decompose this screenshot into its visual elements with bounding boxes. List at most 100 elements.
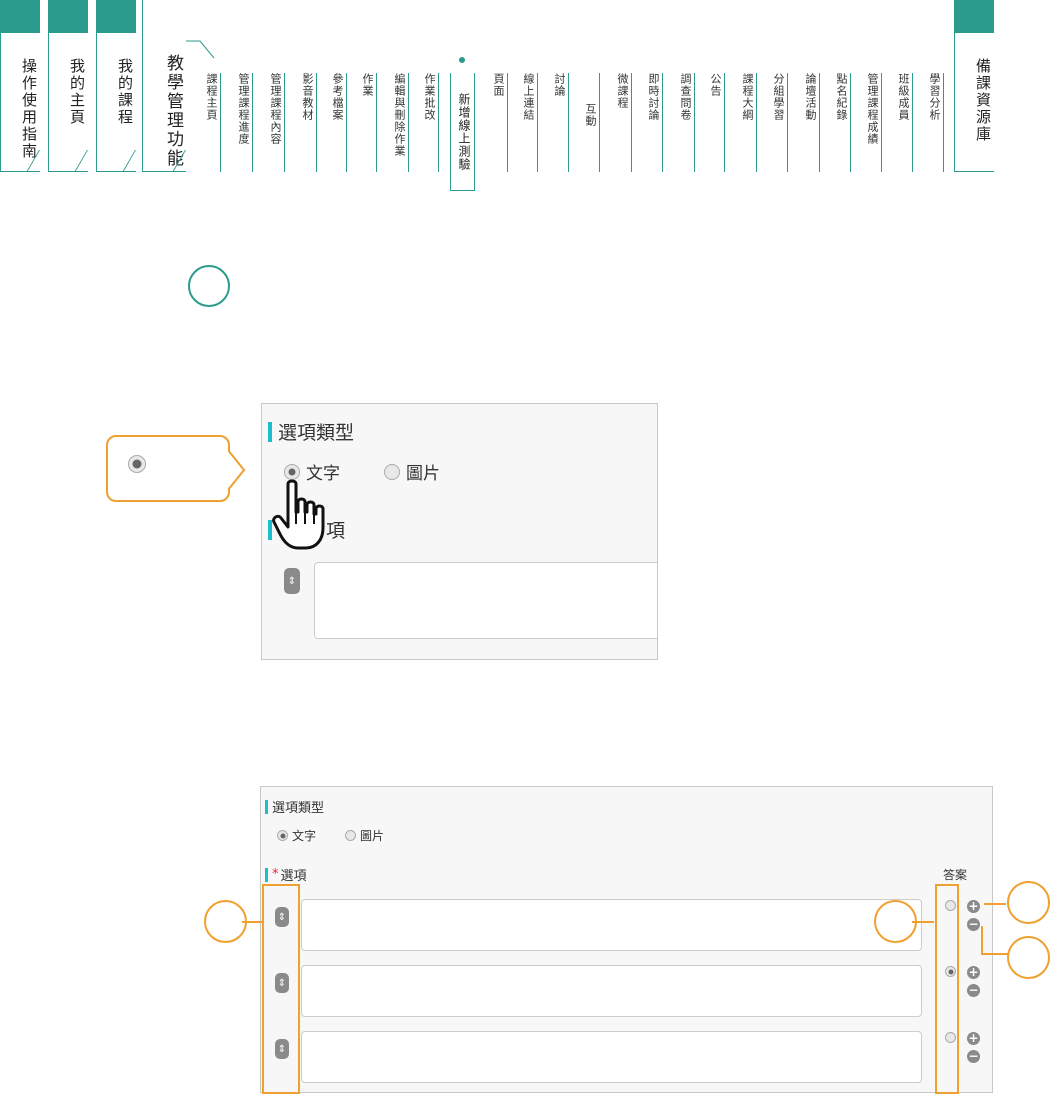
minus-circle-icon[interactable]: − <box>967 918 980 931</box>
detail-options-heading: * 選項 <box>265 865 307 884</box>
sub-menu-item-label: 作業 <box>361 73 374 97</box>
sub-menu-item-label: 管理課程進度 <box>237 73 250 145</box>
sub-menu-item-label: 頁面 <box>492 73 505 97</box>
sub-menu-item[interactable]: 即時討論 <box>643 73 663 172</box>
main-tab-home[interactable]: 我的主頁 <box>48 0 88 172</box>
sub-menu-item[interactable]: 微課程 <box>612 73 632 172</box>
section-accent-bar <box>268 421 272 442</box>
detail-option-text-radio[interactable] <box>277 830 288 841</box>
handle-column-highlight <box>262 884 300 1094</box>
sub-menu-item-label: 影音教材 <box>301 73 314 121</box>
sub-menu-item-label: 學習分析 <box>928 73 941 121</box>
detail-option-text-label: 文字 <box>292 829 317 843</box>
zoom-option-image-radio[interactable] <box>384 463 400 480</box>
minus-circle-icon[interactable]: − <box>967 984 980 997</box>
detail-section-heading: 選項類型 <box>265 797 324 816</box>
sub-menu-item-label: 互動 <box>584 103 597 127</box>
sub-menu-item-label: 管理課程內容 <box>269 73 282 145</box>
sub-menu-item[interactable]: 課程主頁 <box>201 73 221 172</box>
sub-menu-connector <box>186 40 215 59</box>
sub-menu-item-label: 課程主頁 <box>205 73 218 121</box>
callout-pointer <box>228 449 246 491</box>
active-item-dot <box>459 57 465 63</box>
detail-option-image-radio[interactable] <box>345 830 356 841</box>
plus-circle-icon[interactable]: + <box>967 900 980 913</box>
sub-menu-item-label: 討論 <box>553 73 566 97</box>
callout-line-handle <box>242 921 262 923</box>
sub-menu-item[interactable]: 課程大綱 <box>737 73 757 172</box>
sub-menu-item[interactable]: 作業批改 <box>419 73 439 172</box>
answer-column-highlight <box>935 884 959 1094</box>
sub-menu-item[interactable]: 互動 <box>580 73 600 172</box>
main-tab-courses[interactable]: 我的課程 <box>96 0 136 172</box>
step-circle-indicator <box>188 265 230 307</box>
sub-menu-item-label: 編輯與刪除作業 <box>393 73 406 157</box>
detail-option-image-label: 圖片 <box>360 829 385 843</box>
main-tab-home-label: 我的主頁 <box>68 58 86 126</box>
sub-menu-item-label: 分組學習 <box>772 73 785 121</box>
main-tab-resources-label: 備課資源庫 <box>974 58 992 143</box>
sub-menu-item[interactable]: 公告 <box>705 73 725 172</box>
zoom-section-title: 選項類型 <box>278 422 355 444</box>
plus-circle-icon[interactable]: + <box>967 1032 980 1045</box>
sub-menu-item[interactable]: 調查問卷 <box>675 73 695 172</box>
sub-menu-item[interactable]: 論壇活動 <box>800 73 820 172</box>
detail-option-image[interactable]: 圖片 <box>345 827 384 844</box>
sub-menu-item[interactable]: 作業 <box>357 73 377 172</box>
sub-menu-item[interactable]: 管理課程內容 <box>265 73 285 172</box>
sub-menu-item[interactable]: 參考檔案 <box>327 73 347 172</box>
detail-accent-bar-2 <box>265 867 268 882</box>
answer-header: 答案 <box>943 868 968 882</box>
main-tab-guide-label: 操作使用指南 <box>20 58 38 160</box>
main-tab-teaching-label: 教學管理功能 <box>163 54 183 168</box>
sub-menu-item[interactable]: 線上連結 <box>518 73 538 172</box>
callout-line-remove <box>981 926 1008 955</box>
sub-menu-item[interactable]: 頁面 <box>488 73 508 172</box>
detail-option-text[interactable]: 文字 <box>277 827 316 844</box>
sub-menu-item-label: 課程大綱 <box>741 73 754 121</box>
sub-menu-item[interactable]: 討論 <box>549 73 569 172</box>
zoom-option-textbox[interactable] <box>314 562 657 639</box>
callout-radio-icon <box>128 455 146 473</box>
option-textbox[interactable] <box>301 899 922 951</box>
sub-menu-item[interactable]: 編輯與刪除作業 <box>389 73 409 172</box>
option-textbox[interactable] <box>301 965 922 1017</box>
zoom-section-heading: 選項類型 <box>268 418 354 445</box>
main-tab-guide[interactable]: 操作使用指南 <box>0 0 40 172</box>
main-tab-resources[interactable]: 備課資源庫 <box>954 0 994 172</box>
sub-menu-item-label: 即時討論 <box>647 73 660 121</box>
hand-pointer-icon <box>272 479 325 550</box>
sub-menu-item-label: 線上連結 <box>522 73 535 121</box>
sub-menu-item[interactable]: 分組學習 <box>768 73 788 172</box>
sub-menu-item[interactable]: 管理課程成績 <box>862 73 882 172</box>
sub-menu-item-label: 論壇活動 <box>804 73 817 121</box>
callout-circle-add <box>1007 881 1050 924</box>
sub-menu-item-label: 微課程 <box>616 73 629 109</box>
sub-menu-item-label: 參考檔案 <box>331 73 344 121</box>
sub-menu-item-label: 點名紀錄 <box>835 73 848 121</box>
sub-menu-item-label: 調查問卷 <box>679 73 692 121</box>
callout-circle-remove <box>1007 936 1050 979</box>
zoom-option-image-label: 圖片 <box>406 464 440 484</box>
main-tab-courses-label: 我的課程 <box>116 58 134 126</box>
sub-menu-item[interactable]: 管理課程進度 <box>233 73 253 172</box>
detail-section-title: 選項類型 <box>272 801 325 816</box>
callout-line-answer <box>912 921 934 923</box>
zoom-drag-handle[interactable]: ⇕ <box>284 568 300 594</box>
required-mark: * <box>272 867 279 882</box>
minus-circle-icon[interactable]: − <box>967 1050 980 1063</box>
plus-circle-icon[interactable]: + <box>967 966 980 979</box>
sub-menu-item-label: 作業批改 <box>423 73 436 121</box>
sub-menu-item[interactable]: 影音教材 <box>297 73 317 172</box>
sub-menu-item[interactable]: 新增線上測驗 <box>450 73 475 191</box>
main-tab-teaching[interactable]: 教學管理功能 <box>142 0 186 172</box>
option-textbox[interactable] <box>301 1031 922 1083</box>
zoom-option-image[interactable]: 圖片 <box>384 459 440 484</box>
sub-menu-item-label: 新增線上測驗 <box>457 93 471 171</box>
sub-menu-item[interactable]: 點名紀錄 <box>831 73 851 172</box>
callout-circle-answer <box>874 900 917 943</box>
sub-menu-item[interactable]: 班級成員 <box>893 73 913 172</box>
sub-menu-item[interactable]: 學習分析 <box>924 73 944 172</box>
callout-line-add <box>984 903 1006 905</box>
sub-menu-item-label: 管理課程成績 <box>866 73 879 145</box>
